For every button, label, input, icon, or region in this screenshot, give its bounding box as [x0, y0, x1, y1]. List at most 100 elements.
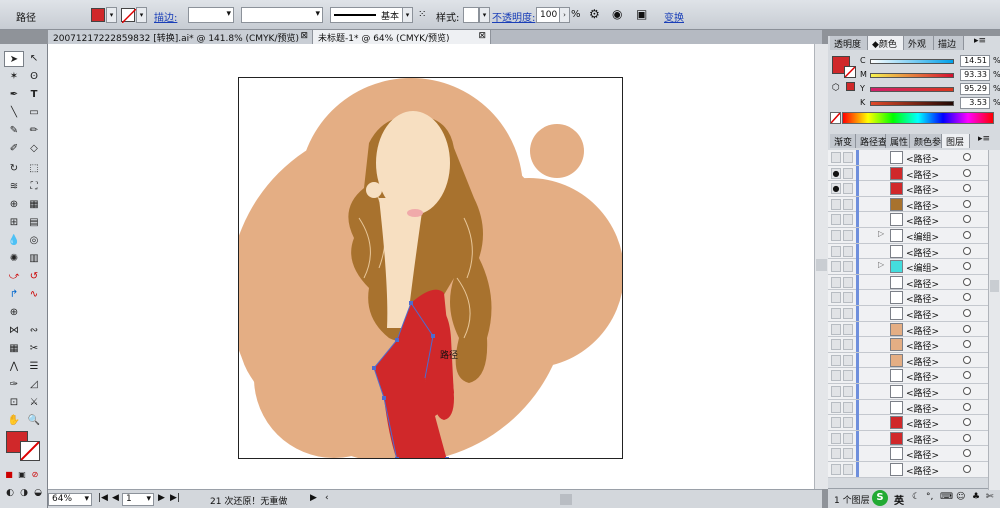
target-circle-icon[interactable] — [963, 449, 971, 458]
black-slider-row[interactable]: K 3.53 % — [836, 97, 1000, 111]
warp-tool-icon[interactable]: ≋ — [4, 179, 24, 195]
recolor-icon[interactable]: ⚙ — [589, 7, 600, 21]
fill-swatch[interactable] — [91, 8, 105, 22]
paintbrush-tool-icon[interactable]: ✎ — [4, 123, 24, 139]
free-transform-tool-icon[interactable]: ⛶ — [24, 179, 44, 195]
rotate-tool-icon[interactable]: ↻ — [4, 161, 24, 177]
target-circle-icon[interactable] — [963, 433, 971, 442]
ime-language[interactable]: 英 — [894, 492, 904, 507]
expand-triangle-icon[interactable]: ▷ — [878, 229, 884, 238]
target-circle-icon[interactable] — [963, 184, 971, 193]
stroke-swatch[interactable] — [121, 8, 137, 24]
rectangle-tool-icon[interactable]: ▭ — [24, 105, 44, 121]
target-circle-icon[interactable] — [963, 153, 971, 161]
draw-inside-icon[interactable]: ◒ — [31, 485, 45, 501]
visibility-toggle-icon[interactable] — [831, 198, 841, 210]
eyedropper-tool-icon[interactable]: 💧 — [4, 233, 24, 249]
lock-toggle[interactable] — [843, 198, 853, 210]
crop-tool-icon[interactable]: ⊡ — [4, 395, 24, 411]
layer-row[interactable]: <路径> — [828, 196, 988, 213]
lock-toggle[interactable] — [843, 230, 853, 241]
layer-name[interactable]: <编组> — [906, 261, 939, 274]
knife-tool-icon[interactable]: ⚔ — [24, 395, 44, 411]
lock-toggle[interactable] — [843, 292, 853, 304]
zoom-field[interactable]: 64% ▾ — [48, 493, 92, 506]
shirt-icon[interactable]: ♣ — [972, 492, 980, 502]
target-circle-icon[interactable] — [963, 418, 971, 427]
layer-name[interactable]: <路径> — [906, 402, 939, 415]
layer-name[interactable]: <路径> — [906, 339, 939, 352]
visibility-toggle-icon[interactable] — [831, 323, 841, 335]
visibility-toggle-icon[interactable] — [831, 370, 841, 382]
tab-document-2[interactable]: 未标题-1* @ 64% (CMYK/预览) ⊠ — [313, 30, 491, 44]
tab-pathfinder[interactable]: 路径查 — [856, 134, 887, 148]
visibility-toggle-icon[interactable] — [831, 308, 841, 319]
yellow-slider-row[interactable]: Y 95.29 % — [836, 83, 1000, 97]
wrench-icon[interactable]: ✄ — [986, 492, 994, 502]
target-circle-icon[interactable] — [963, 293, 971, 302]
target-circle-icon[interactable] — [963, 262, 971, 271]
layer-row[interactable]: ▷ <编组> — [828, 228, 988, 244]
visibility-toggle-icon[interactable] — [831, 292, 841, 304]
layer-name[interactable]: <路径> — [906, 214, 939, 227]
blob-brush-tool-icon[interactable]: ✐ — [4, 141, 24, 157]
layer-row[interactable]: <路径> — [828, 290, 988, 306]
visibility-toggle-icon[interactable]: ● — [831, 183, 841, 195]
shape-builder-tool-icon[interactable]: ⊕ — [4, 197, 24, 213]
target-circle-icon[interactable] — [963, 309, 971, 317]
horizontal-scroll-thumb[interactable] — [560, 494, 572, 505]
pencil-tool-icon[interactable]: ✏ — [24, 123, 44, 139]
tab-attributes[interactable]: 属性 — [886, 134, 910, 148]
artboard[interactable]: 路径 — [238, 77, 623, 459]
eyedropper-2-icon[interactable]: ✑ — [4, 377, 24, 393]
artboard-number-field[interactable]: 1 ▾ — [122, 493, 154, 506]
magenta-slider-row[interactable]: M 93.33 % — [836, 69, 1000, 83]
layer-row[interactable]: <路径> — [828, 399, 988, 416]
lock-toggle[interactable] — [843, 214, 853, 226]
canvas-vertical-scrollbar[interactable] — [814, 44, 828, 489]
target-circle-icon[interactable] — [963, 246, 971, 255]
yellow-value[interactable]: 95.29 — [960, 83, 990, 95]
target-circle-icon[interactable] — [963, 324, 971, 333]
layers-menu-icon[interactable]: ▸≡ — [978, 134, 990, 144]
layer-row[interactable]: <路径> — [828, 352, 988, 369]
layer-name[interactable]: <路径> — [906, 324, 939, 337]
expand-triangle-icon[interactable]: ▷ — [878, 260, 884, 269]
target-circle-icon[interactable] — [963, 199, 971, 208]
lock-toggle[interactable] — [843, 401, 853, 413]
layer-name[interactable]: <路径> — [906, 246, 939, 259]
color-spectrum-bar[interactable] — [842, 112, 994, 124]
isolate-icon[interactable]: ◉ — [612, 7, 622, 21]
color-mode-icon[interactable]: ■ — [3, 467, 15, 483]
transform-link[interactable]: 变换 — [664, 9, 684, 24]
layer-row[interactable]: <路径> — [828, 462, 988, 478]
gradient-tool-icon[interactable]: ▤ — [24, 215, 44, 231]
none-color-button[interactable] — [830, 112, 841, 124]
visibility-toggle-icon[interactable] — [831, 464, 841, 475]
perspective-grid-tool-icon[interactable]: ▦ — [24, 197, 44, 213]
target-circle-icon[interactable] — [963, 402, 971, 411]
lock-toggle[interactable] — [843, 323, 853, 335]
tab-appearance[interactable]: 外观 — [904, 36, 934, 50]
layer-name[interactable]: <路径> — [906, 355, 939, 368]
lasso-tool-icon[interactable]: ʘ — [24, 69, 44, 85]
layer-name[interactable]: <路径> — [906, 464, 939, 477]
type-tool-icon[interactable]: T — [24, 87, 44, 103]
list-tool-icon[interactable]: ☰ — [24, 359, 44, 375]
user-icon[interactable]: ☺ — [956, 492, 965, 502]
lock-toggle[interactable] — [843, 370, 853, 382]
lock-toggle[interactable] — [843, 276, 853, 288]
layer-row[interactable]: ● <路径> — [828, 181, 988, 197]
visibility-toggle-icon[interactable] — [831, 432, 841, 444]
stroke-weight-field[interactable]: ▾ — [188, 7, 234, 23]
align-icon[interactable]: ▣ — [636, 7, 647, 21]
layer-name[interactable]: <路径> — [906, 386, 939, 399]
live-paint-selection-icon[interactable]: ↺ — [24, 269, 44, 285]
opacity-arrow[interactable]: › — [559, 7, 570, 23]
hand-tool-icon[interactable]: ✋ — [4, 413, 24, 429]
layer-row[interactable]: <路径> — [828, 274, 988, 291]
layer-name[interactable]: <路径> — [906, 308, 939, 321]
visibility-toggle-icon[interactable] — [831, 230, 841, 241]
lock-toggle[interactable] — [843, 183, 853, 195]
next-artboard-button[interactable]: ▶ — [158, 493, 165, 503]
